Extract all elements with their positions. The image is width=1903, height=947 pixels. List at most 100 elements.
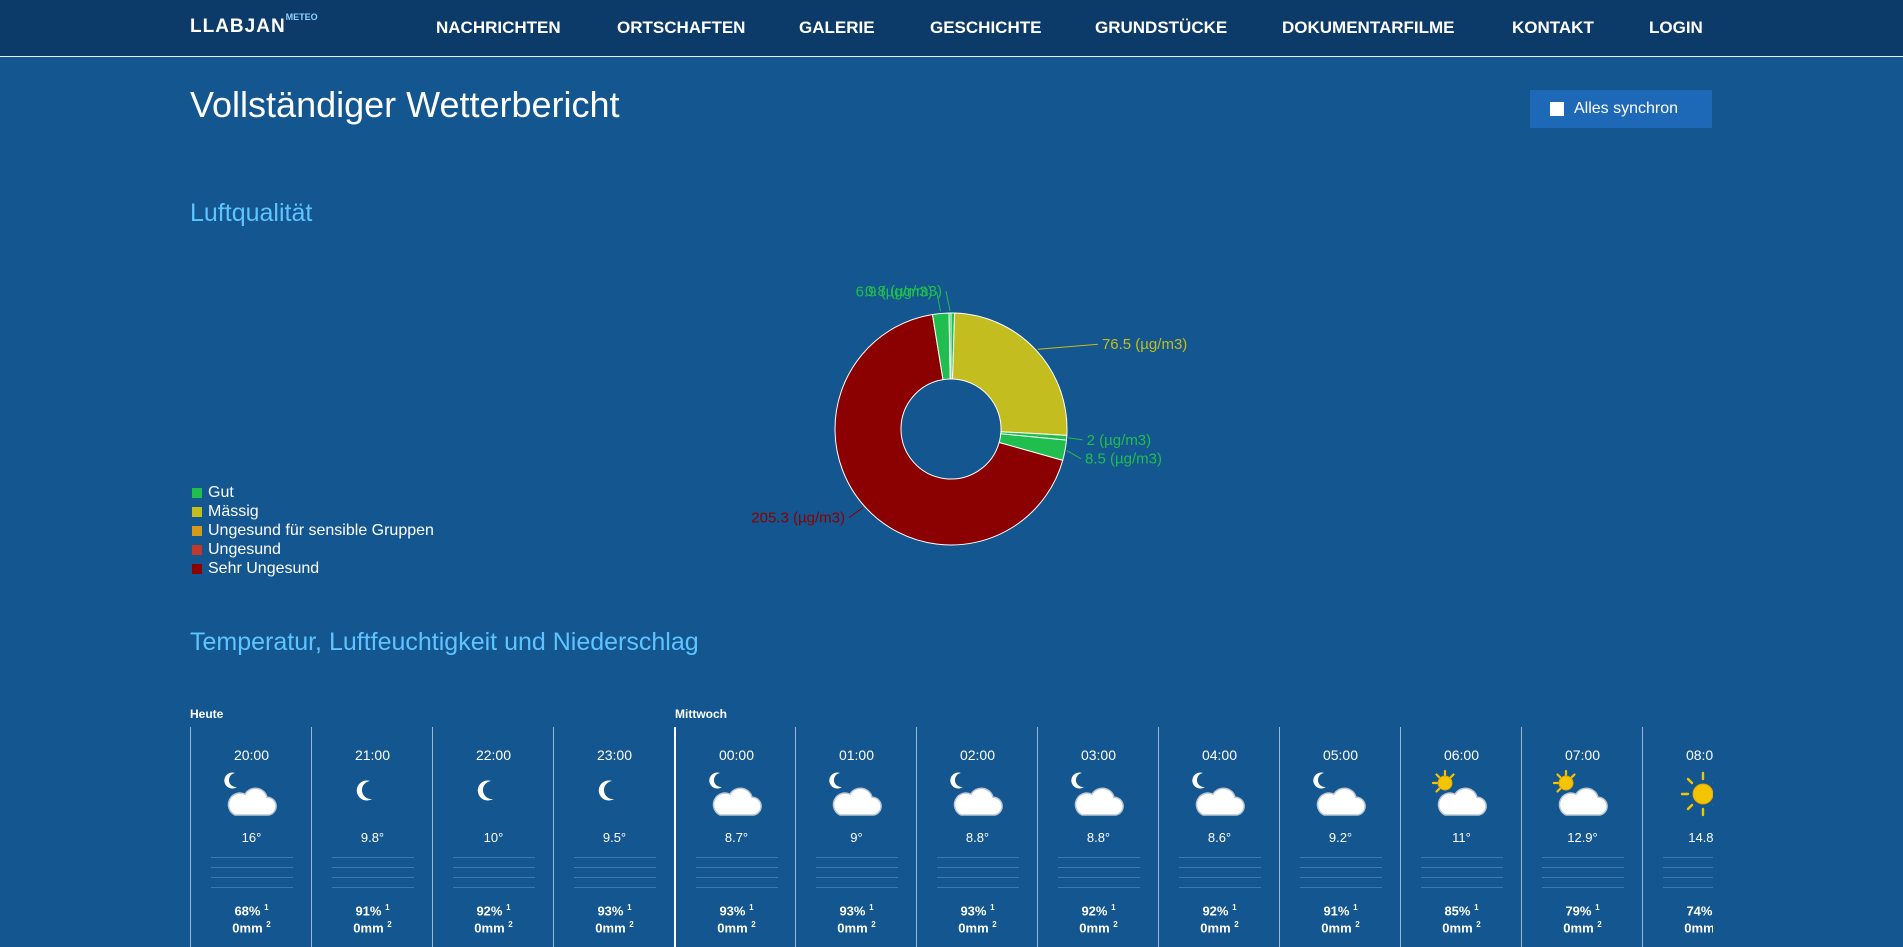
hour-column[interactable]: 00:00 8.7° 93% 1 0mm 2 (674, 727, 797, 947)
nav-login[interactable]: LOGIN (1649, 18, 1703, 38)
divider (1300, 877, 1382, 878)
legend-label: Gut (208, 483, 234, 501)
legend-item-sehr-ungesund[interactable]: Sehr Ungesund (192, 559, 434, 578)
pie-slice[interactable] (950, 312, 956, 380)
pie-data-label: 0.8 (µg/m3) (865, 283, 942, 300)
logo-sup: METEO (285, 12, 318, 22)
hour-column[interactable]: 20:00 16° 68% 1 0mm 2 (190, 727, 312, 947)
divider (453, 877, 535, 878)
divider (1663, 877, 1713, 878)
pie-label-line (1037, 343, 1098, 350)
divider (1300, 857, 1382, 858)
air-quality-legend: Gut Mässig Ungesund für sensible Gruppen… (192, 483, 434, 578)
hour-column[interactable]: 02:00 8.8° 93% 1 0mm 2 (916, 727, 1038, 947)
divider (332, 877, 414, 878)
hour-column[interactable]: 22:00 10° 92% 1 0mm 2 (432, 727, 554, 947)
pie-label-line (1066, 450, 1082, 460)
nav-galerie[interactable]: GALERIE (799, 18, 875, 38)
divider (1421, 867, 1503, 868)
pie-slice[interactable] (952, 312, 1068, 436)
hour-time: 08:00 (1685, 747, 1713, 763)
divider (1663, 887, 1713, 888)
divider (211, 877, 293, 878)
divider (453, 887, 535, 888)
nav-nachrichten[interactable]: NACHRICHTEN (436, 18, 561, 38)
hourly-forecast-strip[interactable]: 20:00 16° 68% 1 0mm 2 21:00 9.8° 91% 1 0mm 2 22:… (190, 727, 1713, 947)
divider (1179, 867, 1261, 868)
hour-humidity: 93% 1 (719, 903, 754, 919)
nav-geschichte[interactable]: GESCHICHTE (930, 18, 1041, 38)
hour-column[interactable]: 07:00 12.9° 79% 1 0mm 2 (1521, 727, 1643, 947)
hour-temperature: 9° (850, 830, 863, 845)
divider (211, 857, 293, 858)
hour-temperature: 9.5° (602, 830, 627, 845)
page-title: Vollständiger Wetterbericht (190, 84, 620, 125)
hour-column[interactable]: 06:00 11° 85% 1 0mm 2 (1400, 727, 1522, 947)
hour-column[interactable]: 08:00 14.8° 74% 10mm 2 (1642, 727, 1713, 947)
sync-checkbox[interactable] (1550, 102, 1564, 116)
sync-all-toggle[interactable]: Alles synchron (1530, 90, 1712, 128)
divider (1421, 877, 1503, 878)
hour-column[interactable]: 01:00 9° 93% 1 0mm 2 (795, 727, 917, 947)
divider (574, 867, 656, 868)
hour-temperature: 9.8° (360, 830, 385, 845)
top-nav: LLABJANMETEO NACHRICHTEN ORTSCHAFTEN GAL… (0, 0, 1903, 57)
divider (1663, 857, 1713, 858)
divider (937, 887, 1019, 888)
hour-humidity: 91% 1 (1323, 903, 1358, 919)
sun-cloud-icon (1431, 769, 1487, 816)
nav-grundstuecke[interactable]: GRUNDSTÜCKE (1095, 18, 1227, 38)
divider (1058, 877, 1140, 878)
divider (1663, 867, 1713, 868)
hour-column[interactable]: 23:00 9.5° 93% 1 0mm 2 (553, 727, 675, 947)
pie-slice[interactable] (1000, 431, 1068, 441)
hour-time: 22:00 (475, 747, 512, 763)
hour-precipitation: 0mm 2 (958, 920, 997, 936)
nav-kontakt[interactable]: KONTAKT (1512, 18, 1594, 38)
divider (1542, 857, 1624, 858)
divider (696, 857, 778, 858)
hour-humidity: 92% 1 (1081, 903, 1116, 919)
pie-slice[interactable] (948, 312, 952, 380)
day-label-mittwoch: Mittwoch (675, 707, 727, 721)
divider (937, 877, 1019, 878)
nav-ortschaften[interactable]: ORTSCHAFTEN (617, 18, 745, 38)
legend-label: Mässig (208, 502, 259, 520)
hour-humidity: 92% 1 (476, 903, 511, 919)
nav-dokumentarfilme[interactable]: DOKUMENTARFILME (1282, 18, 1455, 38)
hour-temperature: 10° (483, 830, 504, 845)
hour-humidity: 91% 1 (355, 903, 390, 919)
divider (453, 867, 535, 868)
hour-column[interactable]: 05:00 9.2° 91% 1 0mm 2 (1279, 727, 1401, 947)
site-logo[interactable]: LLABJANMETEO (190, 12, 318, 38)
divider (574, 857, 656, 858)
divider (696, 877, 778, 878)
pie-slice[interactable] (998, 433, 1068, 461)
hour-precipitation: 0mm 2 (1563, 920, 1602, 936)
hour-precipitation: 0mm 2 (1079, 920, 1118, 936)
pie-slice[interactable] (931, 312, 951, 381)
legend-item-ungesund[interactable]: Ungesund (192, 540, 434, 559)
divider (816, 877, 898, 878)
hour-time: 01:00 (838, 747, 875, 763)
divider (816, 857, 898, 858)
legend-item-gut[interactable]: Gut (192, 483, 434, 502)
hour-precipitation: 0mm 2 (1321, 920, 1360, 936)
divider (332, 867, 414, 868)
hour-column[interactable]: 03:00 8.8° 92% 1 0mm 2 (1037, 727, 1159, 947)
pie-slice[interactable] (834, 313, 1064, 546)
hour-column[interactable]: 21:00 9.8° 91% 1 0mm 2 (311, 727, 433, 947)
legend-item-maessig[interactable]: Mässig (192, 502, 434, 521)
divider (1300, 867, 1382, 868)
hour-temperature: 8.8° (1086, 830, 1111, 845)
temperature-heading: Temperatur, Luftfeuchtigkeit und Nieders… (190, 628, 699, 656)
hour-time: 02:00 (959, 747, 996, 763)
sun-cloud-icon (1552, 769, 1608, 816)
moon-cloud-icon (1071, 772, 1124, 816)
divider (453, 857, 535, 858)
legend-item-sensible[interactable]: Ungesund für sensible Gruppen (192, 521, 434, 540)
divider (937, 867, 1019, 868)
divider (574, 877, 656, 878)
divider (1058, 887, 1140, 888)
hour-column[interactable]: 04:00 8.6° 92% 1 0mm 2 (1158, 727, 1280, 947)
